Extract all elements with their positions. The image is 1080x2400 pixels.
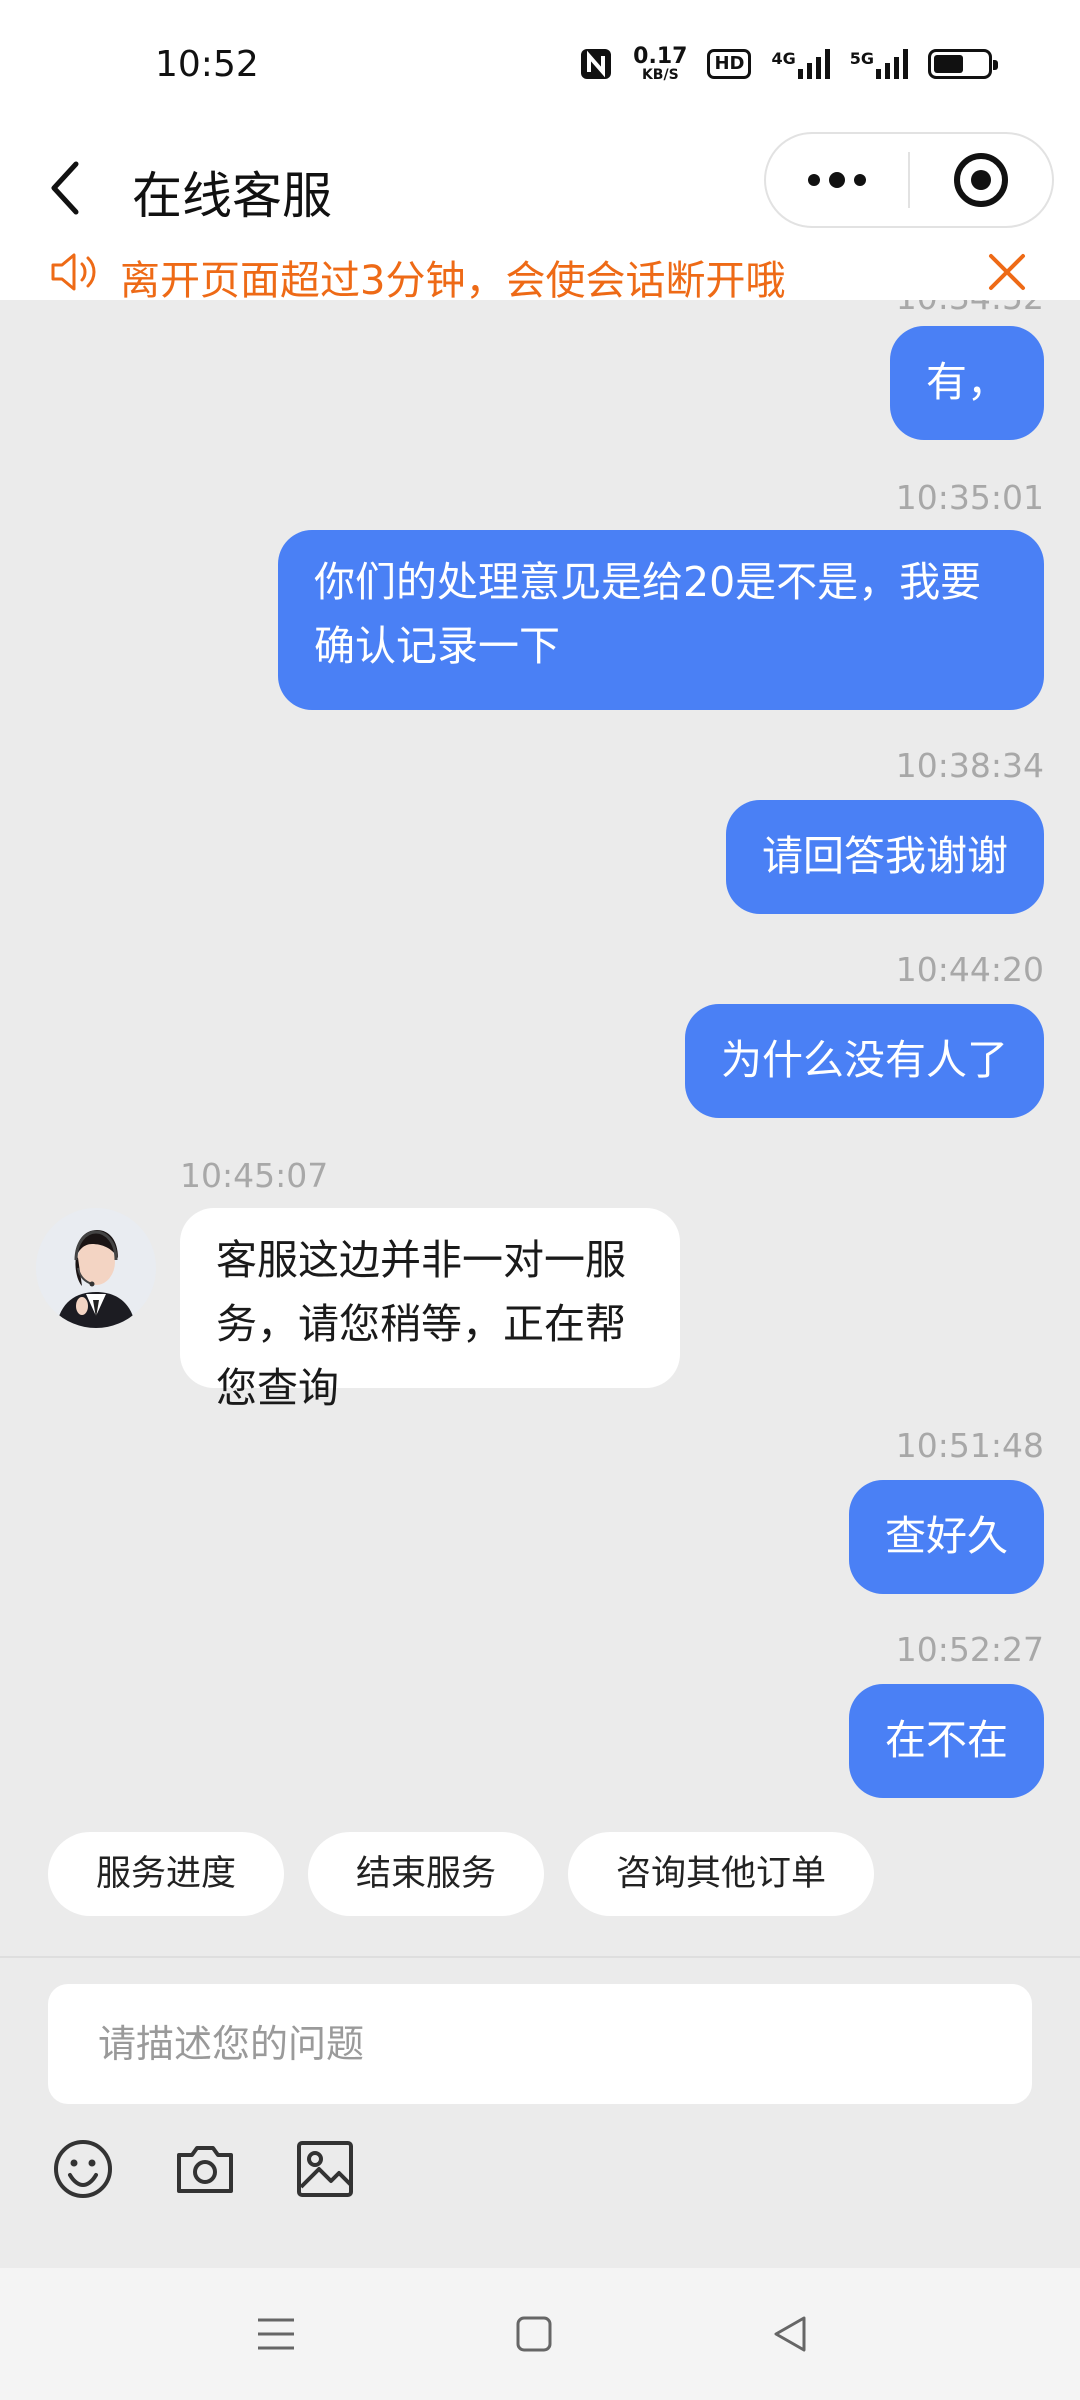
emoji-button[interactable] [48, 2134, 118, 2204]
signal-4g-icon: 4G [771, 49, 830, 79]
net-speed: 0.17 KB/S [633, 44, 688, 83]
more-dots-icon [808, 172, 866, 188]
menu-icon [258, 2318, 294, 2350]
message-bubble-user[interactable]: 查好久 [849, 1480, 1044, 1594]
nfc-icon [579, 47, 613, 81]
message-timestamp: 10:52:27 [895, 1630, 1044, 1669]
agent-avatar-icon [36, 1208, 156, 1328]
quick-reply-service-progress[interactable]: 服务进度 [48, 1832, 285, 1916]
camera-button[interactable] [170, 2134, 240, 2204]
camera-icon [177, 2146, 233, 2193]
speaker-icon [50, 250, 100, 298]
message-bubble-user[interactable]: 请回答我谢谢 [726, 800, 1044, 914]
image-button[interactable] [290, 2134, 360, 2204]
home-button[interactable] [506, 2306, 562, 2362]
nav-header: 在线客服 [0, 132, 1080, 244]
status-bar: 10:52 0.17 KB/S HD 4G 5G [0, 0, 1080, 132]
battery-level [934, 55, 963, 73]
target-circle-icon [953, 153, 1008, 207]
input-area: 请描述您的问题 [0, 1956, 1080, 2268]
signal-4g-label: 4G [771, 49, 796, 68]
notice-bar: 离开页面超过3分钟，会使会话断开哦 [0, 244, 1080, 304]
more-button[interactable] [766, 134, 908, 226]
message-bubble-agent[interactable]: 客服这边并非一对一服务，请您稍等，正在帮您查询 [180, 1208, 680, 1412]
home-square-icon [516, 2316, 552, 2352]
message-timestamp: 10:35:01 [895, 478, 1044, 517]
net-speed-unit: KB/S [641, 67, 679, 83]
message-bubble-user[interactable]: 为什么没有人了 [685, 1004, 1044, 1118]
status-time: 10:52 [155, 44, 259, 85]
signal-5g-label: 5G [849, 49, 874, 68]
message-timestamp: 10:38:34 [895, 746, 1044, 785]
message-timestamp: 10:44:20 [895, 950, 1044, 989]
close-mini-program-button[interactable] [910, 134, 1052, 226]
message-timestamp: 10:51:48 [895, 1426, 1044, 1465]
notice-text: 离开页面超过3分钟，会使会话断开哦 [120, 258, 786, 304]
message-bubble-user[interactable]: 在不在 [849, 1684, 1044, 1798]
message-bubble-user[interactable]: 你们的处理意见是给20是不是，我要确认记录一下 [278, 530, 1044, 710]
chevron-left-icon [51, 161, 79, 215]
system-nav-bar [0, 2268, 1080, 2400]
close-icon [989, 254, 1025, 290]
message-input[interactable]: 请描述您的问题 [48, 1984, 1032, 2104]
quick-reply-end-service[interactable]: 结束服务 [308, 1832, 545, 1916]
agent-avatar [36, 1208, 156, 1328]
message-timestamp: 10:34:52 [896, 300, 1044, 317]
hd-icon: HD [707, 49, 752, 79]
menu-button[interactable] [248, 2306, 304, 2362]
signal-5g-icon: 5G [850, 49, 908, 79]
notice-close-button[interactable] [985, 250, 1029, 294]
net-speed-value: 0.17 [633, 44, 688, 69]
status-icons: 0.17 KB/S HD 4G 5G [579, 44, 998, 83]
system-back-button[interactable] [762, 2306, 818, 2362]
quick-reply-other-order[interactable]: 咨询其他订单 [568, 1832, 875, 1916]
page-title: 在线客服 [132, 167, 332, 225]
image-icon [297, 2141, 353, 2197]
mini-program-capsule [764, 132, 1054, 228]
chat-area[interactable]: 10:34:52 有， 10:35:01 你们的处理意见是给20是不是，我要确认… [0, 300, 1080, 1960]
battery-icon [928, 49, 998, 79]
back-button[interactable] [38, 148, 94, 228]
quick-replies: 服务进度 结束服务 咨询其他订单 [48, 1832, 875, 1916]
message-bubble-user[interactable]: 有， [890, 326, 1044, 440]
emoji-icon [54, 2140, 112, 2198]
back-triangle-icon [774, 2316, 806, 2352]
message-timestamp: 10:45:07 [180, 1156, 329, 1195]
